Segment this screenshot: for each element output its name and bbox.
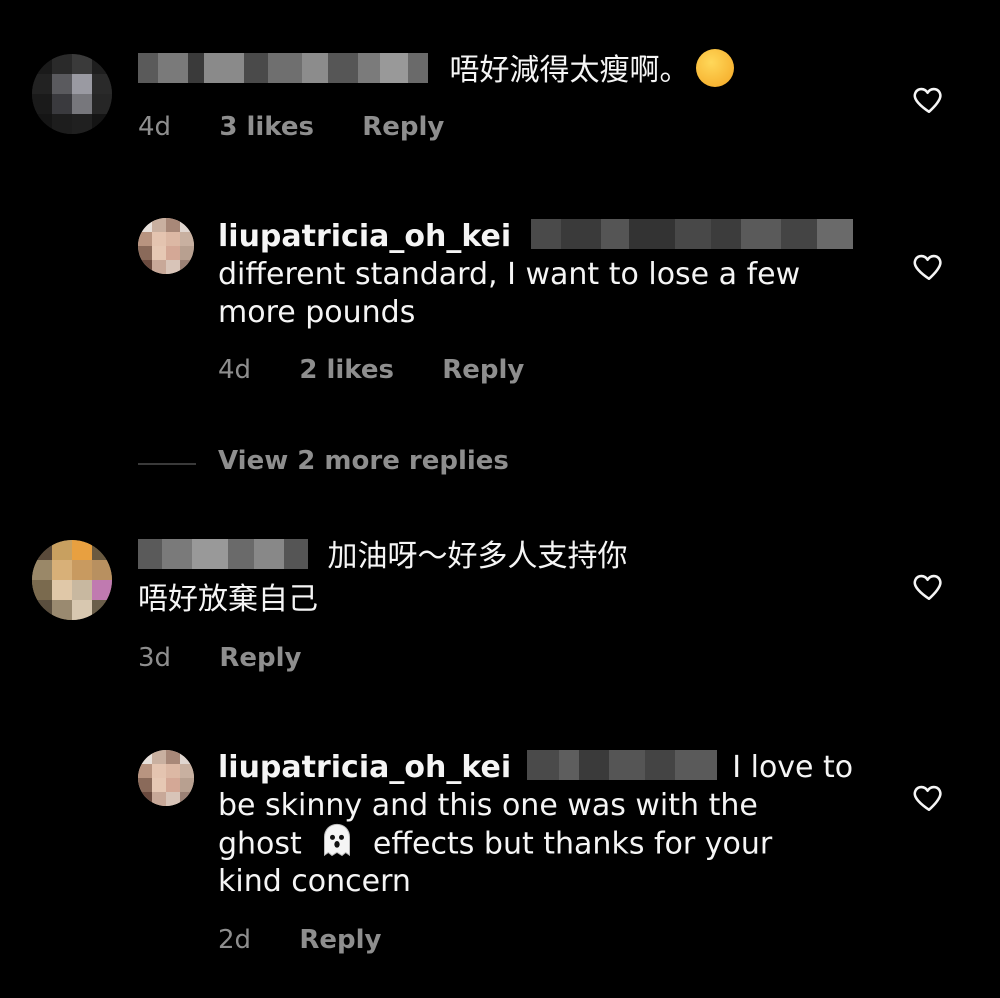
comment-body: more pounds xyxy=(218,295,416,330)
comment-meta: 2d Reply xyxy=(218,925,421,955)
comment-meta: 4d 2 likes Reply xyxy=(218,355,564,385)
timestamp: 4d xyxy=(218,355,252,385)
timestamp: 3d xyxy=(138,643,172,673)
reply-button[interactable]: Reply xyxy=(442,355,524,385)
comment-body: 加油呀～好多人支持你 xyxy=(327,539,628,574)
username[interactable]: liupatricia_oh_kei xyxy=(218,219,511,254)
comment-body: be skinny and this one was with the xyxy=(218,788,758,823)
comment-body: effects but thanks for your xyxy=(372,826,773,862)
blurred-mention xyxy=(526,749,717,780)
reply-button[interactable]: Reply xyxy=(362,112,444,142)
comment-body: I love to xyxy=(732,750,854,785)
heart-icon[interactable] xyxy=(912,82,946,116)
comment-meta: 3d Reply xyxy=(138,643,341,673)
username[interactable]: liupatricia_oh_kei xyxy=(218,750,511,785)
avatar[interactable] xyxy=(138,750,194,806)
blurred-username xyxy=(138,52,428,83)
comment-text: liupatricia_oh_kei xyxy=(218,218,853,256)
blurred-username xyxy=(138,538,308,569)
likes-count[interactable]: 2 likes xyxy=(299,355,394,385)
comment-body: 唔好減得太瘦啊。 xyxy=(449,53,690,88)
avatar[interactable] xyxy=(32,540,112,620)
comment-body-line: ghost effects but thanks for your xyxy=(218,823,773,865)
comment-text: 唔好減得太瘦啊。 xyxy=(138,48,734,91)
heart-icon[interactable] xyxy=(912,249,946,283)
ghost-emoji-icon xyxy=(324,823,351,857)
timestamp: 4d xyxy=(138,112,172,142)
avatar[interactable] xyxy=(138,218,194,274)
timestamp: 2d xyxy=(218,925,252,955)
blurred-mention xyxy=(530,218,853,249)
comment-body: kind concern xyxy=(218,864,411,899)
reply-button[interactable]: Reply xyxy=(219,643,301,673)
likes-count[interactable]: 3 likes xyxy=(219,112,314,142)
reply-button[interactable]: Reply xyxy=(299,925,381,955)
heart-icon[interactable] xyxy=(912,780,946,814)
smiling-face-emoji-icon xyxy=(695,48,734,87)
comment-body: ghost xyxy=(218,826,302,862)
avatar[interactable] xyxy=(32,54,112,134)
replies-divider xyxy=(138,463,196,465)
heart-icon[interactable] xyxy=(912,569,946,603)
view-more-replies-button[interactable]: View 2 more replies xyxy=(218,446,509,476)
comment-text: liupatricia_oh_kei I love to xyxy=(218,749,853,787)
comment-text: 加油呀～好多人支持你 xyxy=(138,538,628,576)
comment-meta: 4d 3 likes Reply xyxy=(138,112,484,142)
comment-body: different standard, I want to lose a few xyxy=(218,257,801,292)
comment-body: 唔好放棄自己 xyxy=(138,582,318,617)
